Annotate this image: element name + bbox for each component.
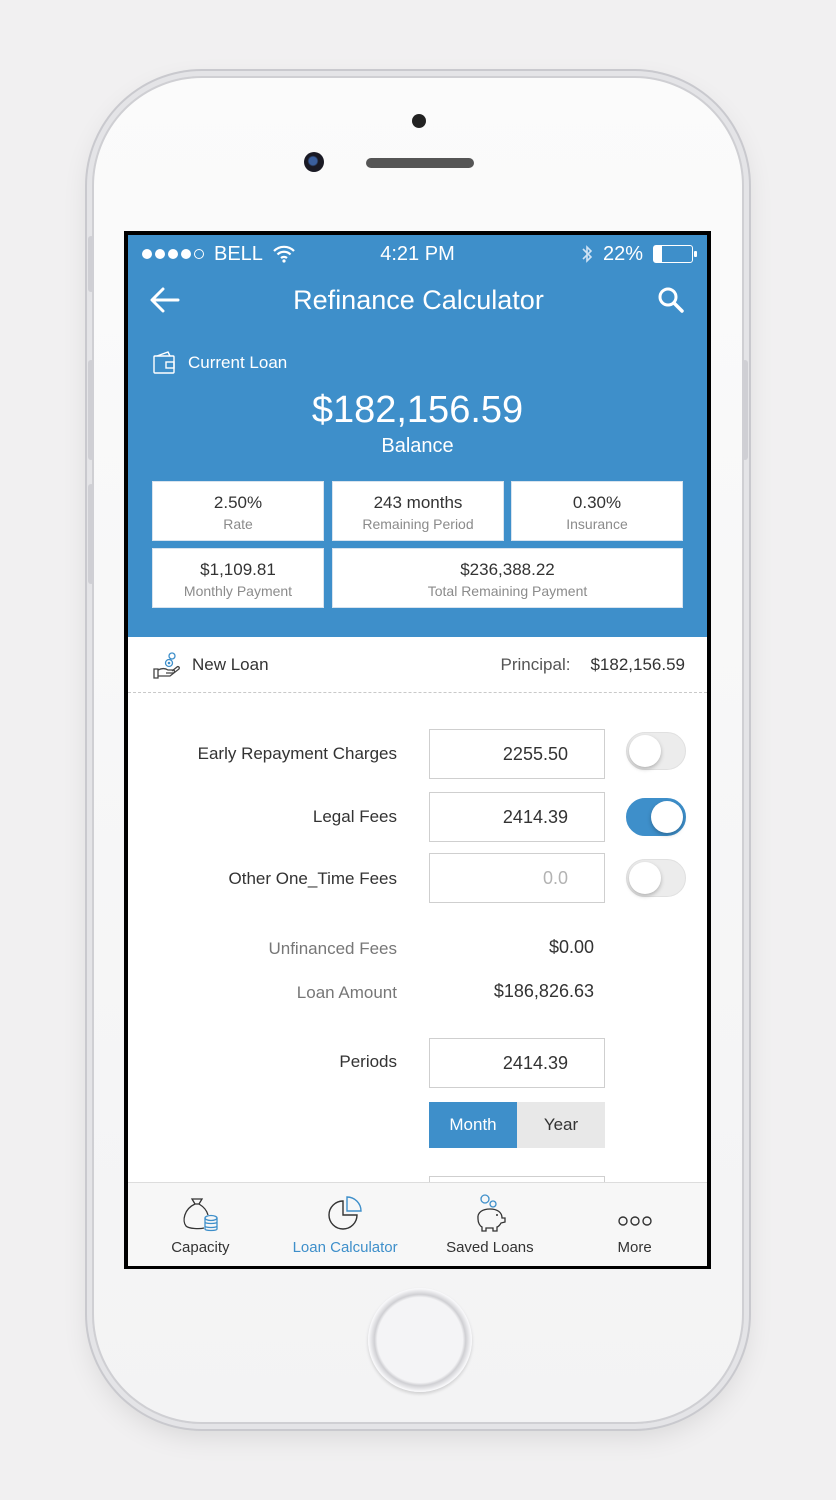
new-loan-row: New Loan Principal: $182,156.59 bbox=[128, 637, 707, 693]
hand-coins-icon bbox=[153, 651, 180, 679]
stat-value: 2.50% bbox=[213, 493, 263, 512]
period-unit-month[interactable]: Month bbox=[429, 1102, 517, 1148]
period-unit-selector: Month Year bbox=[429, 1102, 605, 1148]
tab-label: Capacity bbox=[171, 1239, 230, 1256]
phone-screen: BELL 4:21 PM 22% Refinance Calculator Cu… bbox=[124, 231, 711, 1269]
legal-fees-toggle[interactable] bbox=[626, 798, 686, 836]
wifi-icon bbox=[273, 245, 295, 263]
balance-label: Balance bbox=[381, 435, 454, 457]
front-camera bbox=[304, 152, 324, 172]
early-repayment-toggle[interactable] bbox=[626, 732, 686, 770]
signal-dots-icon bbox=[142, 249, 204, 259]
tab-capacity[interactable]: Capacity bbox=[128, 1183, 273, 1266]
principal-label: Principal: bbox=[500, 654, 571, 674]
home-button[interactable] bbox=[368, 1288, 472, 1392]
earpiece-speaker bbox=[366, 158, 474, 168]
carrier-name: BELL bbox=[214, 242, 263, 265]
stat-label: Rate bbox=[223, 516, 253, 532]
page-title: Refinance Calculator bbox=[293, 284, 544, 315]
volume-down-button bbox=[88, 484, 94, 584]
total-remaining-payment-stat: $236,388.22 Total Remaining Payment bbox=[332, 548, 683, 608]
back-arrow-icon[interactable] bbox=[150, 287, 180, 313]
periods-input[interactable]: 2414.39 bbox=[429, 1038, 605, 1088]
early-repayment-input[interactable]: 2255.50 bbox=[429, 729, 605, 779]
periods-label: Periods bbox=[339, 1052, 397, 1071]
tab-saved-loans[interactable]: Saved Loans bbox=[418, 1183, 563, 1266]
rate-stat: 2.50% Rate bbox=[152, 481, 324, 541]
power-button bbox=[742, 360, 748, 460]
mute-switch bbox=[88, 236, 94, 292]
pie-chart-icon bbox=[328, 1196, 362, 1230]
battery-icon bbox=[653, 245, 697, 263]
stat-label: Insurance bbox=[566, 516, 628, 532]
period-unit-year[interactable]: Year bbox=[517, 1102, 605, 1148]
current-loan-header: BELL 4:21 PM 22% Refinance Calculator Cu… bbox=[128, 235, 707, 637]
current-loan-label: Current Loan bbox=[188, 353, 288, 372]
app-screen: BELL 4:21 PM 22% Refinance Calculator Cu… bbox=[128, 235, 707, 1266]
stat-label: Monthly Payment bbox=[183, 583, 293, 599]
remaining-period-stat: 243 months Remaining Period bbox=[332, 481, 504, 541]
bluetooth-icon bbox=[582, 245, 593, 263]
early-repayment-label: Early Repayment Charges bbox=[197, 744, 397, 763]
tab-label: Loan Calculator bbox=[292, 1239, 398, 1256]
loan-amount-value: $186,826.63 bbox=[493, 981, 594, 1001]
piggy-bank-icon bbox=[477, 1194, 506, 1232]
insurance-stat: 0.30% Insurance bbox=[511, 481, 683, 541]
stat-label: Total Remaining Payment bbox=[427, 583, 588, 599]
stat-value: $236,388.22 bbox=[460, 560, 555, 579]
more-dots-icon bbox=[617, 1216, 652, 1226]
balance-amount: $182,156.59 bbox=[311, 389, 524, 431]
stat-label: Remaining Period bbox=[362, 516, 474, 532]
stat-value: 243 months bbox=[373, 493, 463, 512]
stat-value: $1,109.81 bbox=[200, 560, 276, 579]
legal-fees-label: Legal Fees bbox=[312, 807, 397, 826]
unfinanced-fees-label: Unfinanced Fees bbox=[268, 939, 397, 958]
volume-up-button bbox=[88, 360, 94, 460]
tab-label: Saved Loans bbox=[446, 1239, 534, 1256]
other-fees-label: Other One_Time Fees bbox=[228, 869, 398, 888]
principal-value: $182,156.59 bbox=[590, 654, 685, 674]
search-icon[interactable] bbox=[657, 286, 685, 314]
tab-label: More bbox=[617, 1239, 652, 1256]
unfinanced-fees-value: $0.00 bbox=[548, 937, 594, 957]
stat-value: 0.30% bbox=[572, 493, 622, 512]
new-loan-label: New Loan bbox=[192, 654, 269, 674]
current-loan-title: Current Loan bbox=[152, 351, 287, 375]
monthly-payment-stat: $1,109.81 Monthly Payment bbox=[152, 548, 324, 608]
tab-bar: Capacity Loan Calculator Saved Loans Mor… bbox=[128, 1182, 707, 1266]
legal-fees-input[interactable]: 2414.39 bbox=[429, 792, 605, 842]
loan-amount-label: Loan Amount bbox=[296, 983, 397, 1002]
tab-loan-calculator[interactable]: Loan Calculator bbox=[273, 1183, 418, 1266]
status-bar: BELL 4:21 PM 22% bbox=[128, 235, 707, 273]
proximity-sensor bbox=[412, 114, 426, 128]
other-fees-input[interactable]: 0.0 bbox=[429, 853, 605, 903]
battery-percent: 22% bbox=[602, 242, 643, 265]
nav-bar: Refinance Calculator bbox=[128, 273, 707, 327]
wallet-icon bbox=[153, 351, 175, 374]
tab-more[interactable]: More bbox=[562, 1183, 707, 1266]
other-fees-toggle[interactable] bbox=[626, 859, 686, 897]
money-bag-icon bbox=[183, 1198, 219, 1232]
